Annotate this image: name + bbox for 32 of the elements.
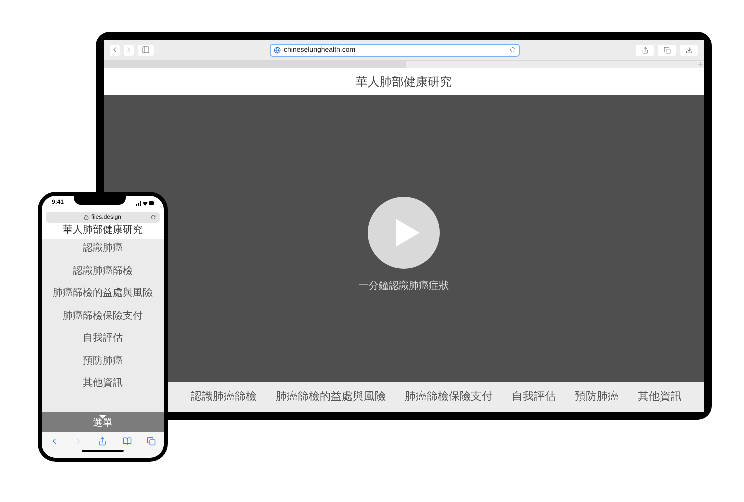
nav-link[interactable]: 預防肺癌 (575, 388, 619, 406)
forward-icon (125, 46, 133, 54)
lock-icon (84, 215, 90, 220)
book-icon[interactable] (122, 436, 132, 446)
share-icon[interactable] (98, 436, 108, 446)
nav-link[interactable]: 肺癌篩檢保險支付 (405, 388, 493, 406)
menu-toggle[interactable]: 選單 (42, 412, 164, 432)
nav-link[interactable]: 自我評估 (512, 388, 556, 406)
tabs-icon[interactable] (147, 436, 156, 446)
download-button[interactable] (680, 44, 698, 56)
back-icon (111, 46, 119, 54)
home-indicator (82, 450, 124, 452)
tabs-button[interactable] (658, 44, 676, 56)
download-icon (686, 46, 692, 54)
notch (74, 196, 126, 205)
nav-link[interactable]: 認識肺癌篩檢 (191, 388, 257, 406)
reload-icon[interactable] (151, 215, 156, 220)
nav-link[interactable]: 肺癌篩檢的益處與風險 (276, 388, 386, 406)
site-title: 華人肺部健康研究 (356, 74, 452, 90)
caret-icon (99, 415, 107, 419)
back-button[interactable] (110, 44, 120, 56)
sidebar-icon (142, 46, 150, 54)
nav-link[interactable]: 其他資訊 (638, 388, 682, 406)
play-icon[interactable] (368, 197, 440, 269)
globe-icon (274, 46, 281, 54)
reload-icon[interactable] (510, 47, 516, 53)
video-caption: 一分鐘認識肺癌症狀 (359, 280, 449, 294)
share-button[interactable] (636, 44, 654, 56)
tabs-icon (664, 46, 670, 54)
sidebar-button[interactable] (138, 44, 154, 56)
status-icons (136, 200, 154, 206)
share-icon (642, 46, 648, 54)
